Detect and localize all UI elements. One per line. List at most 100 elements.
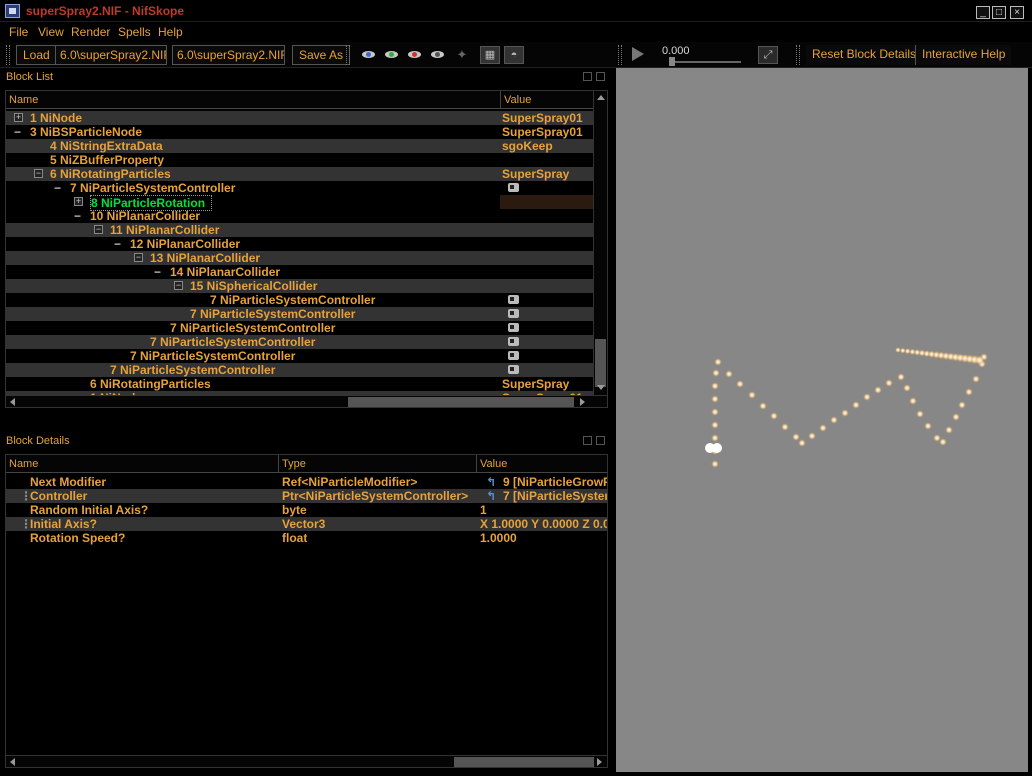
detail-value[interactable]: 7 [NiParticleSystemController] [503, 489, 607, 503]
column-name[interactable]: Name [6, 455, 279, 473]
tree-row-label: 7 NiParticleSystemController [110, 363, 276, 377]
collapse-icon[interactable]: − [54, 181, 61, 195]
scroll-left-icon[interactable] [10, 398, 15, 406]
tree-row[interactable]: −14 NiPlanarCollider [6, 265, 594, 279]
tree-row[interactable]: −3 NiBSParticleNode SuperSpray01 [6, 125, 594, 139]
tree-row[interactable]: −6 NiRotatingParticles SuperSpray [6, 167, 594, 181]
collapse-icon[interactable]: − [14, 125, 21, 139]
expand-icon[interactable]: + [74, 197, 83, 206]
detail-row[interactable]: ⋮ Controller Ptr<NiParticleSystemControlle… [6, 489, 607, 503]
scroll-down-icon[interactable] [597, 385, 605, 390]
collapse-icon[interactable]: − [34, 169, 43, 178]
view-green-eye-icon[interactable] [384, 48, 400, 62]
tree-row[interactable]: 7 NiParticleSystemController [6, 293, 594, 307]
block-details-hscroll[interactable] [6, 755, 607, 767]
tree-row[interactable]: 7 NiParticleSystemController [6, 335, 594, 349]
collapse-icon[interactable]: − [94, 225, 103, 234]
tree-row[interactable]: −15 NiSphericalCollider [6, 279, 594, 293]
view-toggle-icon[interactable]: ◓ [504, 46, 524, 64]
scroll-right-icon[interactable] [580, 398, 585, 406]
menu-spells[interactable]: Spells [118, 25, 151, 39]
scroll-thumb[interactable] [454, 757, 594, 767]
block-list-tree[interactable]: Name Value +1 NiNode SuperSpray01−3 NiBSP… [5, 90, 608, 408]
menu-render[interactable]: Render [71, 25, 110, 39]
collapse-icon[interactable]: − [154, 265, 161, 279]
walk-figure-icon[interactable]: ✦ [454, 48, 470, 62]
detail-row[interactable]: Random Initial Axis? byte 1 [6, 503, 607, 517]
tree-row[interactable]: 5 NiZBufferProperty [6, 153, 594, 167]
tree-row[interactable]: 7 NiParticleSystemController [6, 363, 594, 377]
column-value[interactable]: Value [501, 91, 594, 109]
scroll-up-icon[interactable] [597, 95, 605, 100]
menu-file[interactable]: File [9, 25, 28, 39]
tree-row[interactable]: +1 NiNode SuperSpray01 [6, 111, 594, 125]
tree-row[interactable]: 7 NiParticleSystemController [6, 307, 594, 321]
tree-row[interactable]: −10 NiPlanarCollider [6, 209, 594, 223]
detail-row[interactable]: Next Modifier Ref<NiParticleModifier> ↰ 9 [… [6, 475, 607, 489]
tree-row[interactable]: +8 NiParticleRotation [6, 195, 594, 211]
scroll-left-icon[interactable] [10, 758, 15, 766]
column-value[interactable]: Value [477, 455, 607, 473]
maximize-button[interactable]: □ [992, 6, 1006, 19]
save-as-button[interactable]: Save As [292, 45, 351, 65]
detail-value[interactable]: X 1.0000 Y 0.0000 Z 0.0000 [480, 517, 607, 531]
grid-toggle-icon[interactable]: ▦ [480, 46, 500, 64]
scroll-thumb[interactable] [595, 339, 606, 387]
load-button[interactable]: Load [16, 45, 57, 65]
detail-value[interactable]: 1.0000 [480, 531, 607, 545]
tree-row[interactable]: 4 NiStringExtraData sgoKeep [6, 139, 594, 153]
particle [808, 432, 816, 440]
time-slider-knob[interactable] [669, 57, 675, 66]
toolbar-handle[interactable] [796, 45, 800, 65]
tree-row[interactable]: −11 NiPlanarCollider [6, 223, 594, 237]
float-icon[interactable] [583, 436, 592, 445]
minimize-button[interactable]: _ [976, 6, 990, 19]
tree-row[interactable]: −12 NiPlanarCollider [6, 237, 594, 251]
save-path-field[interactable]: 6.0\superSpray2.NIF [172, 45, 285, 65]
time-slider[interactable] [669, 61, 741, 63]
reset-block-details-button[interactable]: Reset Block Details [806, 45, 923, 65]
collapse-icon[interactable]: − [114, 237, 121, 251]
view-gray-eye-icon[interactable] [430, 48, 446, 62]
menu-help[interactable]: Help [158, 25, 183, 39]
block-details-table[interactable]: Name Type Value Next Modifier Ref<NiParti… [5, 454, 608, 768]
view-blue-eye-icon[interactable] [361, 48, 377, 62]
detail-value[interactable]: 1 [480, 503, 607, 517]
link-arrow-icon[interactable]: ↰ [486, 490, 496, 502]
collapse-icon[interactable]: − [74, 209, 81, 223]
toolbar-handle[interactable] [618, 45, 622, 65]
pane-splitter[interactable] [611, 68, 615, 772]
interactive-help-button[interactable]: Interactive Help [915, 45, 1012, 65]
play-icon[interactable] [632, 47, 644, 61]
column-name[interactable]: Name [6, 91, 501, 109]
tree-row[interactable]: 7 NiParticleSystemController [6, 349, 594, 363]
render-viewport[interactable] [616, 68, 1028, 772]
loop-icon[interactable]: ⤢ [758, 46, 778, 64]
close-button[interactable]: × [1010, 6, 1024, 19]
view-red-eye-icon[interactable] [407, 48, 423, 62]
particle [916, 410, 924, 418]
detail-row[interactable]: Rotation Speed? float 1.0000 [6, 531, 607, 545]
close-icon[interactable] [596, 436, 605, 445]
toolbar-handle[interactable] [6, 45, 10, 65]
link-arrow-icon[interactable]: ↰ [486, 476, 496, 488]
scroll-thumb[interactable] [348, 397, 574, 407]
expand-icon[interactable]: + [14, 113, 23, 122]
menu-view[interactable]: View [38, 25, 64, 39]
float-icon[interactable] [583, 72, 592, 81]
scroll-right-icon[interactable] [597, 758, 602, 766]
block-list-hscroll[interactable] [6, 395, 607, 407]
detail-row[interactable]: ⋮ Initial Axis? Vector3 X 1.0000 Y 0.0000 Z… [6, 517, 607, 531]
load-path-field[interactable]: 6.0\superSpray2.NIF [55, 45, 167, 65]
tree-row[interactable]: −13 NiPlanarCollider [6, 251, 594, 265]
close-icon[interactable] [596, 72, 605, 81]
collapse-icon[interactable]: − [174, 281, 183, 290]
toolbar-handle[interactable] [346, 45, 350, 65]
column-type[interactable]: Type [279, 455, 477, 473]
block-list-vscroll[interactable] [593, 91, 607, 395]
tree-row[interactable]: −7 NiParticleSystemController [6, 181, 594, 195]
tree-row[interactable]: 7 NiParticleSystemController [6, 321, 594, 335]
detail-value[interactable]: 9 [NiParticleGrowFade] [503, 475, 607, 489]
collapse-icon[interactable]: − [134, 253, 143, 262]
tree-row[interactable]: 6 NiRotatingParticles SuperSpray [6, 377, 594, 391]
